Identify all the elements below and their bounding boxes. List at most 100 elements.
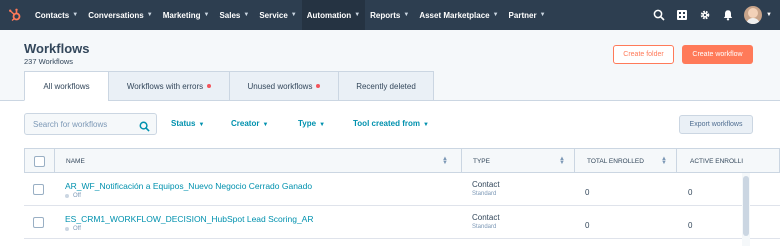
caret-down-icon: ▼: [422, 122, 429, 128]
status-label: Off: [73, 226, 81, 232]
top-navigation: Contacts ▼ Conversations ▼ Marketing ▼ Sale…: [0, 0, 780, 30]
chevron-down-icon[interactable]: ▼: [766, 12, 772, 18]
create-folder-button[interactable]: Create folder: [613, 45, 674, 64]
nav-reports[interactable]: Reports ▼: [365, 0, 414, 30]
tab-label: Unused workflows: [247, 81, 313, 91]
nav-automation[interactable]: Automation ▼: [301, 0, 366, 30]
table-row[interactable]: ES_CRM1_WORKFLOW_DECISION_HubSpot Lead S…: [24, 206, 780, 239]
table-row[interactable]: AR_WF_Notificación a Equipos_Nuevo Negoc…: [24, 173, 780, 206]
status-label: Off: [73, 193, 81, 199]
active-enrolled-value: 0: [688, 188, 693, 197]
page-title: Workflows: [24, 41, 90, 56]
nav-label: Reports: [370, 10, 401, 20]
caret-down-icon: ▼: [319, 122, 326, 128]
workflow-count: 237 Workflows: [24, 57, 74, 66]
notifications-icon[interactable]: [721, 8, 735, 22]
avatar[interactable]: [744, 6, 763, 24]
tab-unused-workflows[interactable]: Unused workflows: [229, 71, 339, 101]
caret-down-icon: ▼: [198, 122, 205, 128]
scrollbar-thumb[interactable]: [743, 176, 749, 236]
tab-all-workflows[interactable]: All workflows: [24, 71, 109, 101]
search-input[interactable]: [33, 119, 133, 129]
column-label: TYPE: [473, 157, 490, 165]
nav-label: Conversations: [88, 10, 144, 20]
status-filter[interactable]: Status ▼: [171, 119, 204, 128]
chevron-down-icon: ▼: [354, 12, 361, 18]
row-checkbox[interactable]: [33, 184, 44, 195]
chevron-down-icon: ▼: [72, 12, 79, 18]
chevron-down-icon: ▼: [290, 12, 297, 18]
workflow-name-link[interactable]: AR_WF_Notificación a Equipos_Nuevo Negoc…: [65, 181, 312, 191]
alert-dot-icon: [316, 84, 321, 88]
sort-icon[interactable]: ▲ ▼: [442, 156, 448, 166]
export-workflows-button[interactable]: Export workflows: [679, 115, 753, 134]
workflow-type-sub: Standard: [472, 224, 497, 230]
table-scrollbar[interactable]: [742, 173, 750, 246]
total-enrolled-value: 0: [585, 188, 590, 197]
select-all-checkbox[interactable]: [34, 155, 45, 167]
chevron-down-icon: ▼: [492, 12, 499, 18]
nav-label: Contacts: [35, 10, 70, 20]
filter-label: Status: [171, 119, 196, 128]
chevron-down-icon: ▼: [403, 12, 410, 18]
nav-contacts[interactable]: Contacts ▼: [30, 0, 83, 30]
marketplace-icon[interactable]: [675, 8, 689, 22]
chevron-down-icon: ▼: [539, 12, 546, 18]
column-header-active-enrolled[interactable]: ACTIVE ENROLLI: [676, 149, 780, 173]
chevron-down-icon: ▼: [203, 12, 210, 18]
total-enrolled-value: 0: [585, 221, 590, 230]
select-all-cell: [34, 149, 45, 173]
search-box: [24, 113, 157, 135]
table-header: NAME ▲ ▼ TYPE ▲ ▼ TOTAL ENROLLED ▲ ▼ ACTIVE…: [24, 148, 780, 173]
nav-service[interactable]: Service ▼: [254, 0, 301, 30]
status-dot-icon: [65, 194, 69, 198]
workflow-status: Off: [65, 226, 81, 232]
sort-icon[interactable]: ▲ ▼: [661, 156, 667, 166]
chevron-down-icon: ▼: [243, 12, 250, 18]
column-header-total-enrolled[interactable]: TOTAL ENROLLED ▲ ▼: [574, 149, 676, 173]
workflow-type: Contact: [472, 180, 500, 189]
column-header-type[interactable]: TYPE ▲ ▼: [461, 149, 573, 173]
workflow-type-sub: Standard: [472, 191, 497, 197]
sort-icon[interactable]: ▲ ▼: [559, 156, 565, 166]
nav-marketing[interactable]: Marketing ▼: [158, 0, 215, 30]
nav-label: Automation: [306, 10, 352, 20]
nav-label: Asset Marketplace: [419, 10, 490, 20]
chevron-down-icon: ▼: [146, 12, 153, 18]
filter-label: Type: [298, 119, 317, 128]
row-checkbox[interactable]: [33, 217, 44, 228]
tab-recently-deleted[interactable]: Recently deleted: [338, 71, 434, 101]
alert-dot-icon: [207, 84, 212, 88]
nav-label: Service: [259, 10, 288, 20]
nav-label: Partner: [508, 10, 537, 20]
column-header-name[interactable]: NAME ▲ ▼: [54, 149, 452, 173]
nav-asset-marketplace[interactable]: Asset Marketplace ▼: [414, 0, 503, 30]
status-dot-icon: [65, 227, 69, 231]
nav-label: Sales: [219, 10, 241, 20]
workflow-type: Contact: [472, 213, 500, 222]
type-filter[interactable]: Type ▼: [298, 119, 325, 128]
tab-bar: All workflows Workflows with errors Unus…: [24, 71, 434, 101]
tab-label: Recently deleted: [356, 81, 416, 91]
nav-conversations[interactable]: Conversations ▼: [83, 0, 158, 30]
tab-label: All workflows: [43, 81, 90, 91]
workflow-name-link[interactable]: ES_CRM1_WORKFLOW_DECISION_HubSpot Lead S…: [65, 214, 313, 224]
column-label: NAME: [66, 157, 85, 165]
creator-filter[interactable]: Creator ▼: [231, 119, 268, 128]
nav-label: Marketing: [162, 10, 201, 20]
filter-label: Creator: [231, 119, 260, 128]
nav-sales[interactable]: Sales ▼: [214, 0, 254, 30]
tab-label: Workflows with errors: [126, 81, 204, 91]
workflows-table: NAME ▲ ▼ TYPE ▲ ▼ TOTAL ENROLLED ▲ ▼ ACTIVE…: [24, 148, 780, 246]
search-icon[interactable]: [652, 8, 666, 22]
tool-created-from-filter[interactable]: Tool created from ▼: [353, 119, 429, 128]
filter-label: Tool created from: [353, 119, 420, 128]
create-workflow-button[interactable]: Create workflow: [682, 45, 753, 64]
caret-down-icon: ▼: [262, 122, 269, 128]
column-label: TOTAL ENROLLED: [587, 157, 644, 165]
tab-workflows-with-errors[interactable]: Workflows with errors: [108, 71, 230, 101]
settings-icon[interactable]: [698, 8, 712, 22]
nav-partner[interactable]: Partner ▼: [504, 0, 551, 30]
hubspot-logo-icon[interactable]: [0, 0, 30, 30]
search-icon[interactable]: [139, 119, 150, 137]
